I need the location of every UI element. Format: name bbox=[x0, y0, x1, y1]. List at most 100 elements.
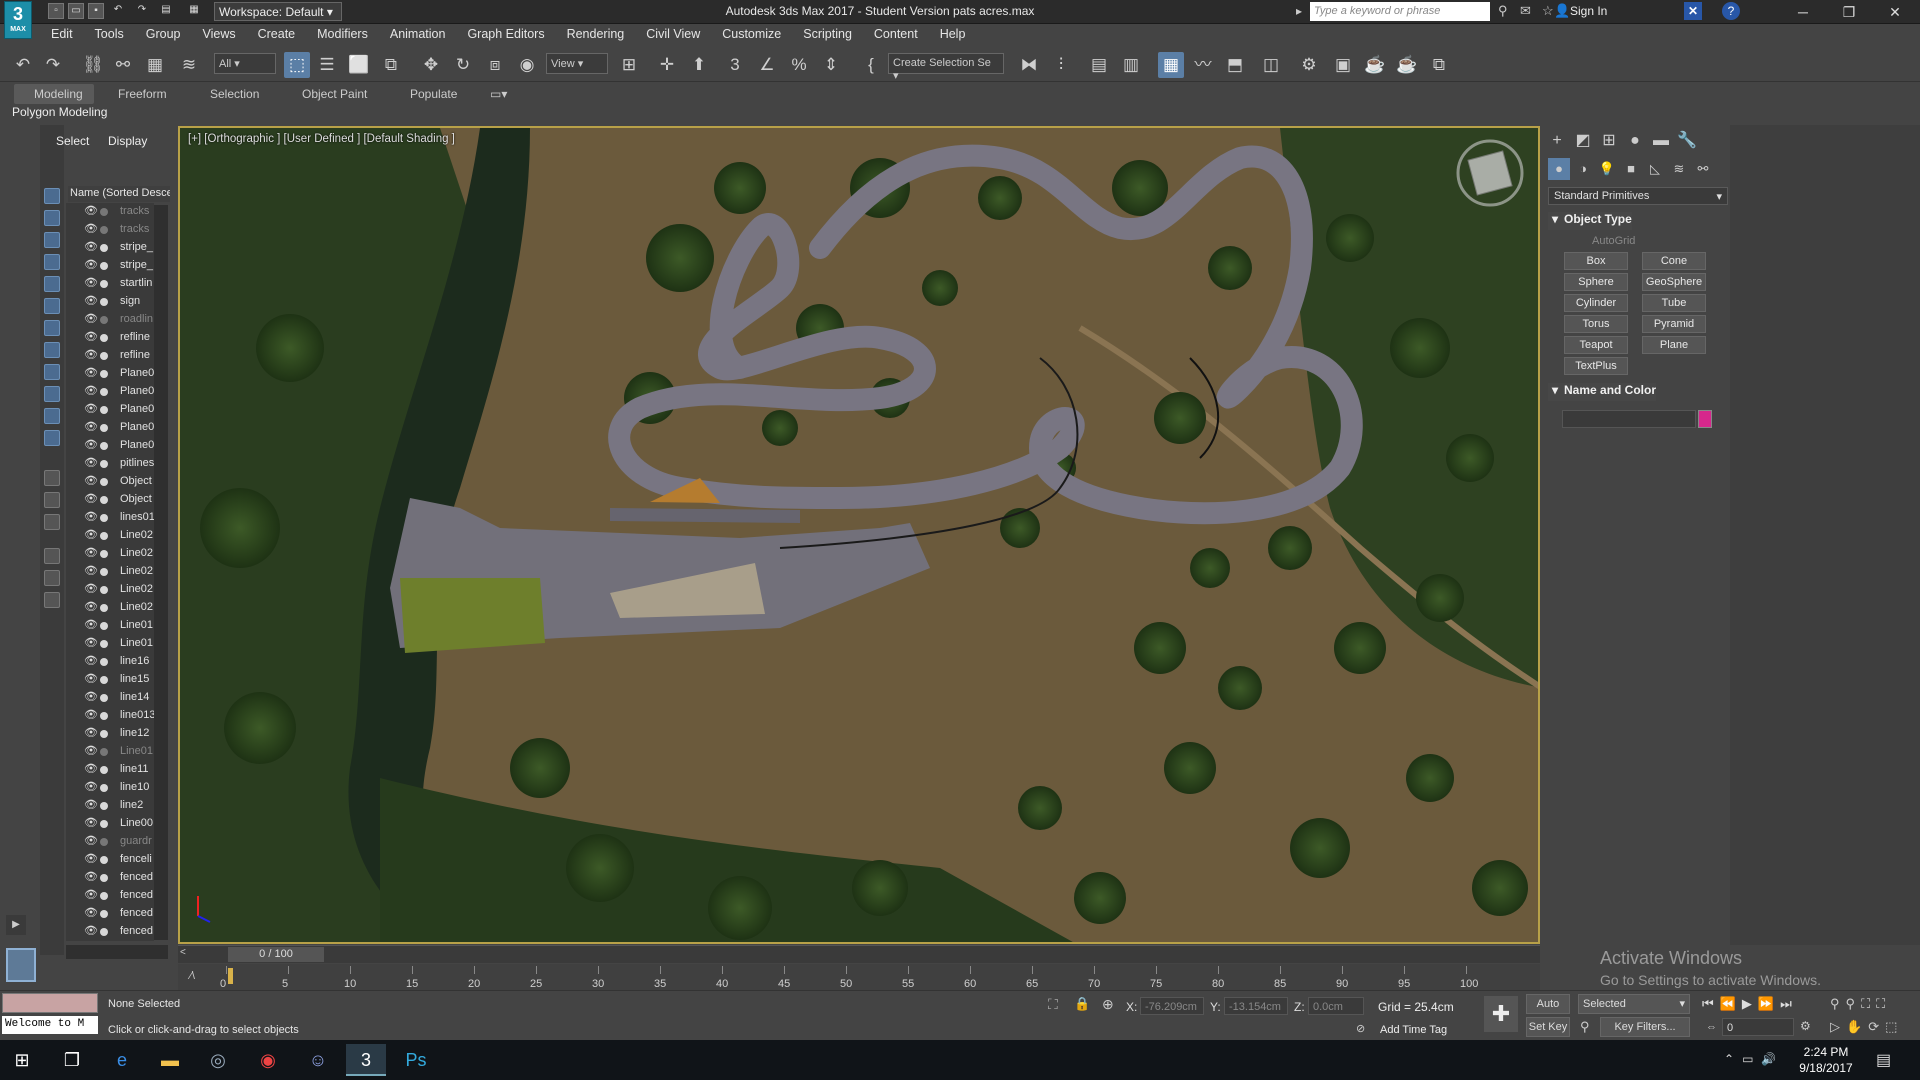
freeze-toggle-icon[interactable] bbox=[100, 622, 108, 630]
systems-category-icon[interactable]: ⚯ bbox=[1692, 158, 1714, 180]
expand-panel-icon[interactable]: ▶ bbox=[6, 915, 26, 935]
primitive-type-dropdown[interactable]: Standard Primitives ▾ bbox=[1548, 187, 1728, 205]
visibility-eye-icon[interactable]: 👁 bbox=[84, 296, 98, 307]
freeze-toggle-icon[interactable] bbox=[100, 244, 108, 252]
scene-object-row[interactable]: 👁 line2 bbox=[66, 797, 154, 815]
current-frame-field[interactable]: 0 bbox=[1722, 1018, 1794, 1036]
select-by-name-icon[interactable]: ☰ bbox=[314, 52, 340, 78]
visibility-eye-icon[interactable]: 👁 bbox=[84, 512, 98, 523]
scene-object-row[interactable]: 👁 line16 bbox=[66, 653, 154, 671]
freeze-toggle-icon[interactable] bbox=[100, 478, 108, 486]
visibility-eye-icon[interactable]: 👁 bbox=[84, 710, 98, 721]
visibility-eye-icon[interactable]: 👁 bbox=[84, 224, 98, 235]
space-warps-category-icon[interactable]: ≋ bbox=[1668, 158, 1690, 180]
scene-object-row[interactable]: 👁 Plane0 bbox=[66, 419, 154, 437]
scene-object-row[interactable]: 👁 line14 bbox=[66, 689, 154, 707]
visibility-eye-icon[interactable]: 👁 bbox=[84, 404, 98, 415]
y-coordinate-field[interactable]: -13.154cm bbox=[1224, 997, 1288, 1015]
visibility-eye-icon[interactable]: 👁 bbox=[84, 206, 98, 217]
binoculars-icon[interactable]: ⚲ bbox=[1498, 3, 1508, 19]
display-groups-icon[interactable] bbox=[44, 320, 60, 336]
find-icon[interactable] bbox=[44, 570, 60, 586]
cameras-category-icon[interactable]: ■ bbox=[1620, 158, 1642, 180]
freeze-toggle-icon[interactable] bbox=[100, 298, 108, 306]
pan-icon[interactable]: ✋ bbox=[1846, 1019, 1868, 1034]
visibility-eye-icon[interactable]: 👁 bbox=[84, 890, 98, 901]
freeze-toggle-icon[interactable] bbox=[100, 928, 108, 936]
scene-object-row[interactable]: 👁 refline bbox=[66, 347, 154, 365]
scene-object-row[interactable]: 👁 startlin bbox=[66, 275, 154, 293]
help-button[interactable]: ? bbox=[1722, 2, 1740, 20]
scene-object-row[interactable]: 👁 fenceli bbox=[66, 851, 154, 869]
tray-chevron-icon[interactable]: ⌃ bbox=[1724, 1052, 1742, 1066]
toggle-ribbon-icon[interactable]: ▥ bbox=[1118, 52, 1144, 78]
freeze-toggle-icon[interactable] bbox=[100, 640, 108, 648]
freeze-toggle-icon[interactable] bbox=[100, 406, 108, 414]
display-all-icon[interactable] bbox=[44, 470, 60, 486]
freeze-toggle-icon[interactable] bbox=[100, 388, 108, 396]
task-view-icon[interactable]: ❐ bbox=[52, 1044, 92, 1076]
visibility-eye-icon[interactable]: 👁 bbox=[84, 566, 98, 577]
visibility-eye-icon[interactable]: 👁 bbox=[84, 314, 98, 325]
freeze-toggle-icon[interactable] bbox=[100, 802, 108, 810]
menu-customize[interactable]: Customize bbox=[711, 24, 792, 41]
freeze-toggle-icon[interactable] bbox=[100, 892, 108, 900]
visibility-eye-icon[interactable]: 👁 bbox=[84, 620, 98, 631]
undo-icon[interactable]: ↶ bbox=[10, 52, 36, 78]
tube-button[interactable]: Tube bbox=[1642, 294, 1706, 312]
visibility-eye-icon[interactable]: 👁 bbox=[84, 278, 98, 289]
tab-freeform[interactable]: Freeform bbox=[118, 87, 167, 101]
freeze-toggle-icon[interactable] bbox=[100, 604, 108, 612]
freeze-toggle-icon[interactable] bbox=[100, 874, 108, 882]
window-crossing-icon[interactable]: ⧉ bbox=[378, 52, 404, 78]
visibility-eye-icon[interactable]: 👁 bbox=[84, 494, 98, 505]
freeze-toggle-icon[interactable] bbox=[100, 766, 108, 774]
scene-object-row[interactable]: 👁 guardr bbox=[66, 833, 154, 851]
layer-manager-icon[interactable] bbox=[6, 948, 36, 982]
menu-group[interactable]: Group bbox=[135, 24, 192, 41]
scene-object-row[interactable]: 👁 Line02 bbox=[66, 599, 154, 617]
modify-tab-icon[interactable]: ◩ bbox=[1572, 130, 1594, 152]
default-tangent-icon[interactable]: ⚲ bbox=[1580, 1019, 1590, 1035]
move-icon[interactable]: ✥ bbox=[418, 52, 444, 78]
freeze-toggle-icon[interactable] bbox=[100, 460, 108, 468]
action-center-icon[interactable]: ▤ bbox=[1876, 1050, 1891, 1070]
file-explorer-icon[interactable]: ▬ bbox=[150, 1044, 190, 1076]
menu-modifiers[interactable]: Modifiers bbox=[306, 24, 379, 41]
curve-editor-icon[interactable]: 〰 bbox=[1190, 52, 1216, 78]
menu-create[interactable]: Create bbox=[247, 24, 307, 41]
scene-object-row[interactable]: 👁 roadlin bbox=[66, 311, 154, 329]
visibility-eye-icon[interactable]: 👁 bbox=[84, 746, 98, 757]
visibility-eye-icon[interactable]: 👁 bbox=[84, 332, 98, 343]
visibility-eye-icon[interactable]: 👁 bbox=[84, 530, 98, 541]
freeze-toggle-icon[interactable] bbox=[100, 712, 108, 720]
steam-icon[interactable]: ◎ bbox=[198, 1044, 238, 1076]
visibility-eye-icon[interactable]: 👁 bbox=[84, 368, 98, 379]
autogrid-checkbox[interactable]: AutoGrid bbox=[1592, 235, 1635, 247]
restore-icon[interactable]: ❐ bbox=[1826, 0, 1872, 24]
scale-icon[interactable]: ⧈ bbox=[482, 52, 508, 78]
set-keys-icon[interactable]: ✚ bbox=[1484, 996, 1518, 1032]
snaps-toggle-icon[interactable]: 3 bbox=[722, 52, 748, 78]
display-frozen-icon[interactable] bbox=[44, 408, 60, 424]
freeze-toggle-icon[interactable] bbox=[100, 280, 108, 288]
helpers-category-icon[interactable]: ◺ bbox=[1644, 158, 1666, 180]
name-color-rollout[interactable]: ▾ Name and Color bbox=[1548, 383, 1657, 401]
scene-list-hscrollbar[interactable] bbox=[66, 945, 168, 959]
pivot-center-icon[interactable]: ⊞ bbox=[616, 52, 642, 78]
align-icon[interactable]: ⫶ bbox=[1048, 52, 1074, 78]
freeze-toggle-icon[interactable] bbox=[100, 586, 108, 594]
scene-object-row[interactable]: 👁 Plane0 bbox=[66, 401, 154, 419]
3dsmax-taskbar-icon[interactable]: 3 bbox=[346, 1044, 386, 1076]
windows-start-icon[interactable]: ⊞ bbox=[2, 1044, 42, 1076]
visibility-eye-icon[interactable]: 👁 bbox=[84, 818, 98, 829]
lights-category-icon[interactable]: 💡 bbox=[1596, 158, 1618, 180]
freeze-toggle-icon[interactable] bbox=[100, 514, 108, 522]
visibility-eye-icon[interactable]: 👁 bbox=[84, 242, 98, 253]
render-iterative-icon[interactable]: ☕ bbox=[1394, 52, 1420, 78]
visibility-eye-icon[interactable]: 👁 bbox=[84, 872, 98, 883]
menu-scripting[interactable]: Scripting bbox=[792, 24, 863, 41]
scene-object-row[interactable]: 👁 Line01 bbox=[66, 635, 154, 653]
freeze-toggle-icon[interactable] bbox=[100, 784, 108, 792]
mini-curve-editor-icon[interactable]: ⁄\ bbox=[190, 970, 195, 982]
